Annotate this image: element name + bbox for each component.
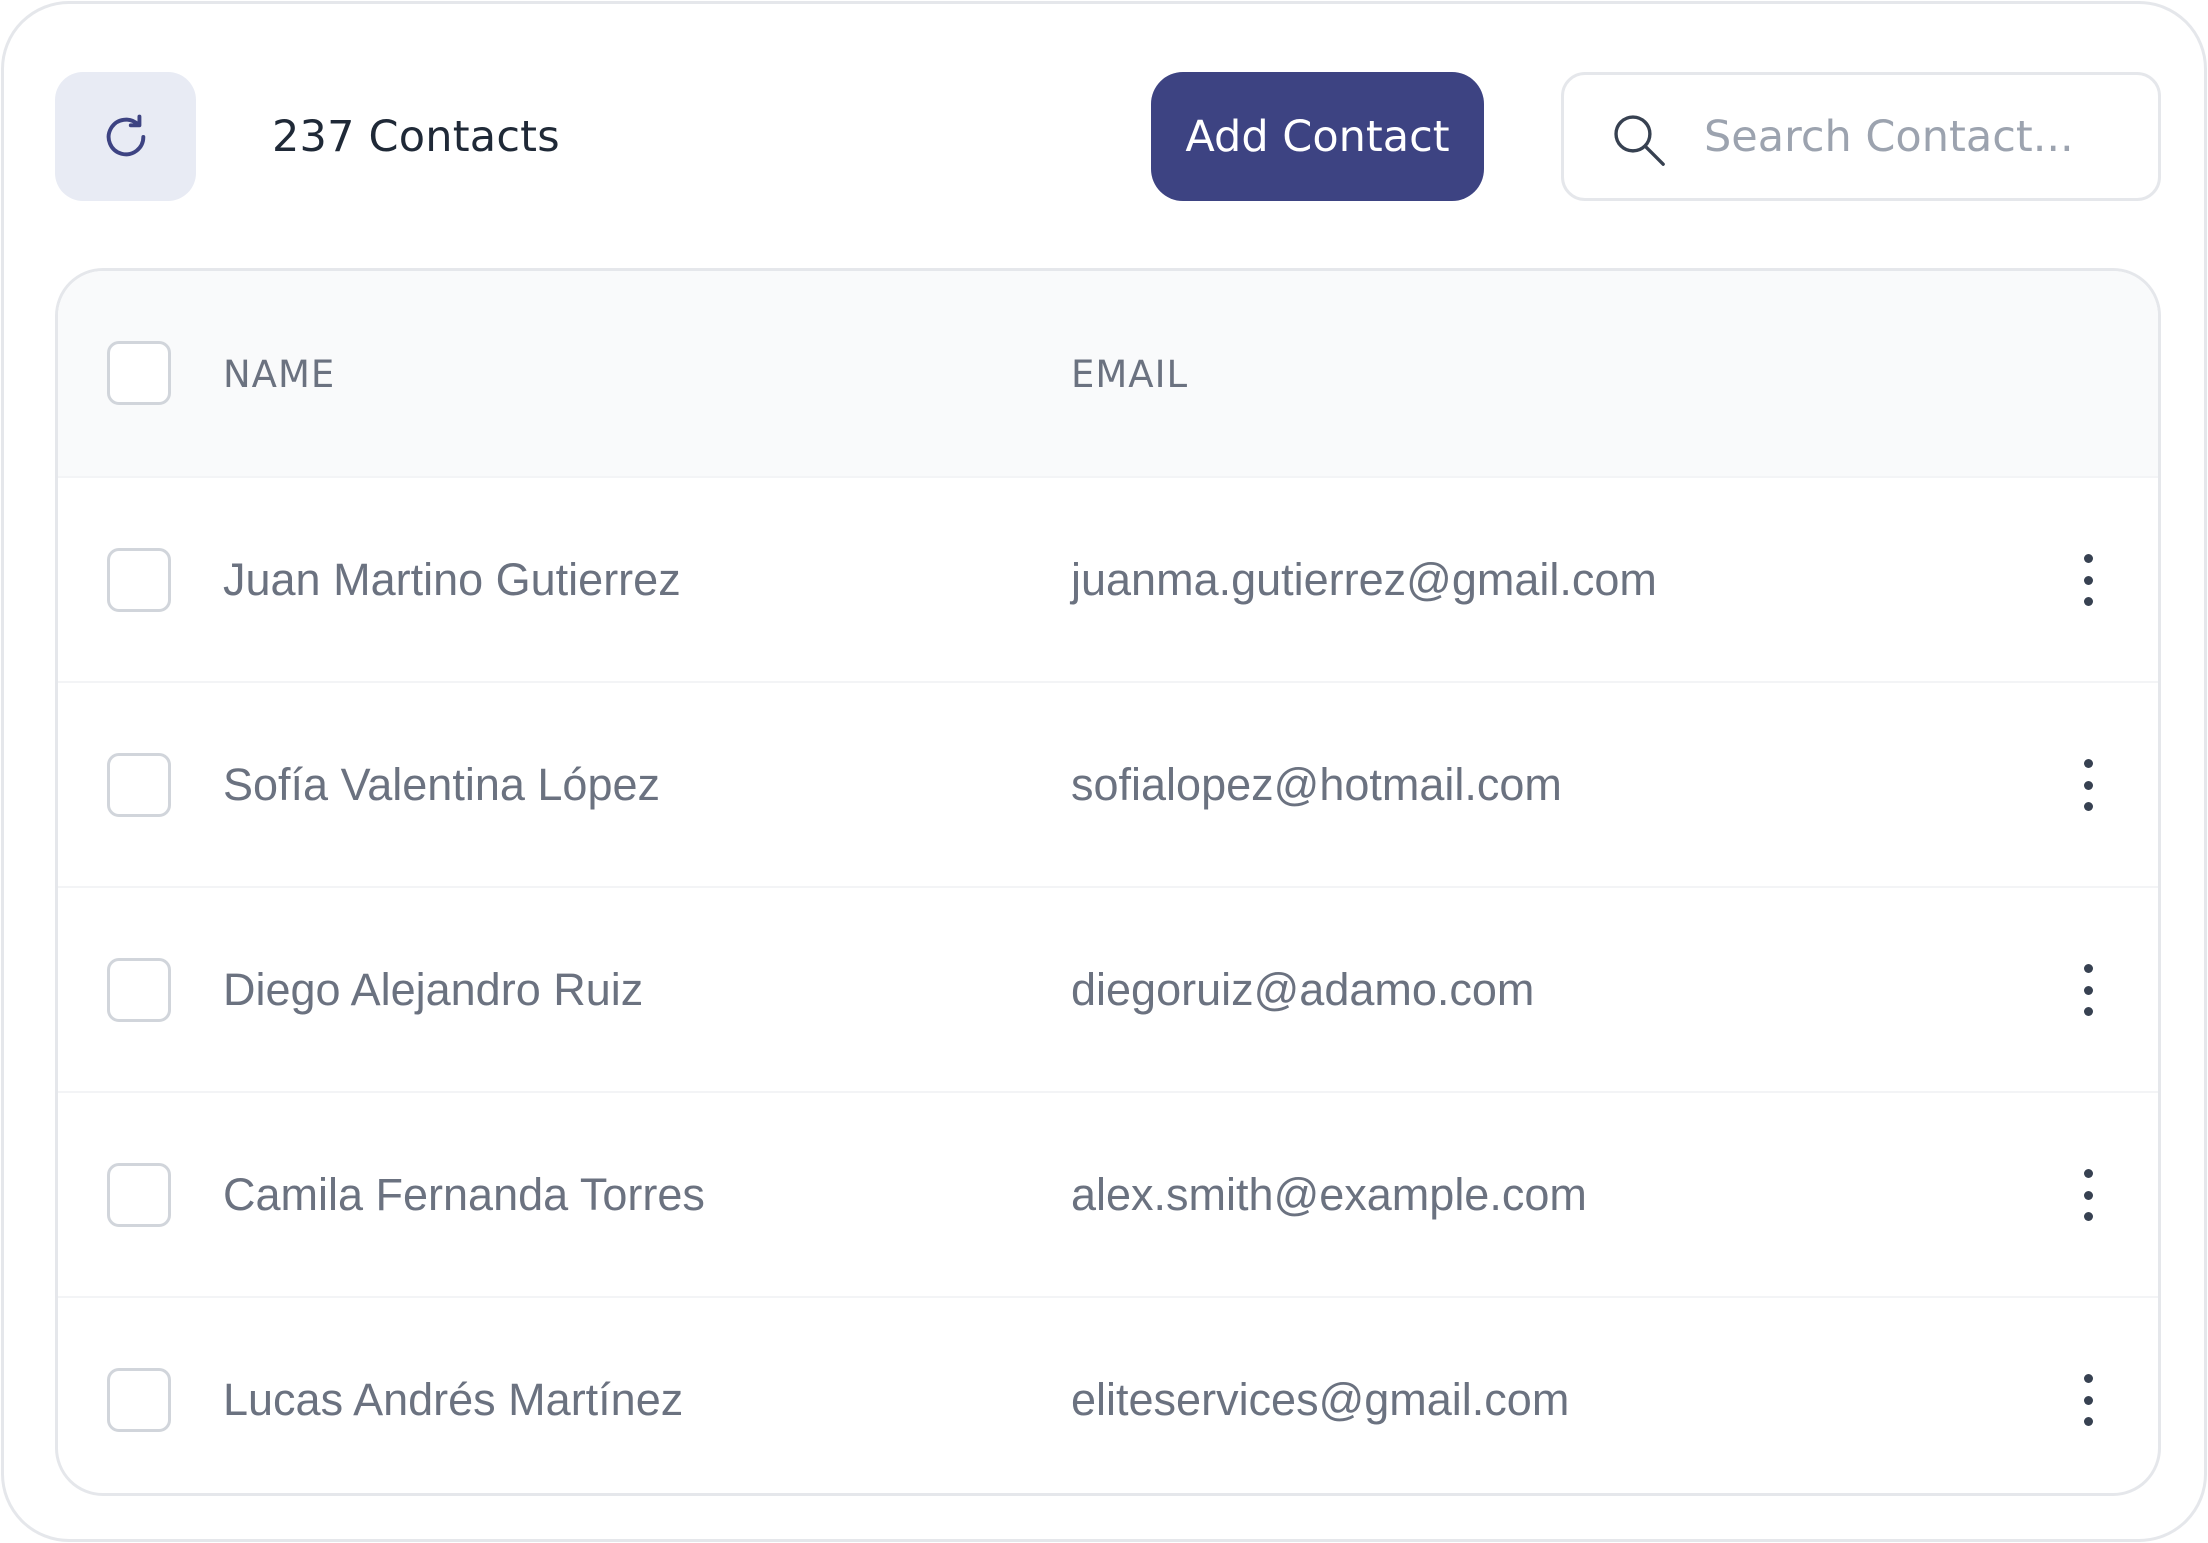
search-box[interactable] <box>1561 72 2161 201</box>
table-row[interactable]: Lucas Andrés Martínez eliteservices@gmai… <box>58 1296 2158 1493</box>
contacts-table: NAME EMAIL Juan Martino Gutierrez juanma… <box>55 268 2161 1496</box>
row-checkbox[interactable] <box>107 958 171 1022</box>
contact-email: alex.smith@example.com <box>1071 1169 1587 1220</box>
select-all-checkbox[interactable] <box>107 341 171 405</box>
column-header-name: NAME <box>223 353 336 396</box>
more-vertical-icon[interactable] <box>2058 1165 2118 1225</box>
refresh-icon <box>106 114 145 156</box>
search-icon <box>1614 115 1665 166</box>
more-vertical-icon[interactable] <box>2058 755 2118 815</box>
table-row[interactable]: Sofía Valentina López sofialopez@hotmail… <box>58 681 2158 886</box>
table-row[interactable]: Diego Alejandro Ruiz diegoruiz@adamo.com <box>58 886 2158 1091</box>
contact-email: juanma.gutierrez@gmail.com <box>1071 554 1657 605</box>
contact-count: 237 Contacts <box>272 112 560 162</box>
contact-email: sofialopez@hotmail.com <box>1071 759 1562 810</box>
table-row[interactable]: Camila Fernanda Torres alex.smith@exampl… <box>58 1091 2158 1296</box>
column-header-email: EMAIL <box>1071 353 1189 396</box>
refresh-button[interactable] <box>55 72 196 201</box>
contact-email: diegoruiz@adamo.com <box>1071 964 1535 1015</box>
contact-name: Sofía Valentina López <box>223 759 660 810</box>
search-input[interactable] <box>1702 97 2122 177</box>
contact-name: Lucas Andrés Martínez <box>223 1374 684 1425</box>
table-header: NAME EMAIL <box>58 271 2158 476</box>
row-checkbox[interactable] <box>107 753 171 817</box>
row-checkbox[interactable] <box>107 1163 171 1227</box>
row-checkbox[interactable] <box>107 1368 171 1432</box>
more-vertical-icon[interactable] <box>2058 1370 2118 1430</box>
more-vertical-icon[interactable] <box>2058 960 2118 1020</box>
contact-email: eliteservices@gmail.com <box>1071 1374 1570 1425</box>
contact-name: Camila Fernanda Torres <box>223 1169 705 1220</box>
table-row[interactable]: Juan Martino Gutierrez juanma.gutierrez@… <box>58 476 2158 681</box>
row-checkbox[interactable] <box>107 548 171 612</box>
add-contact-button[interactable]: Add Contact <box>1151 72 1484 201</box>
contact-name: Diego Alejandro Ruiz <box>223 964 644 1015</box>
contacts-card: 237 Contacts Add Contact NAME EMAIL Juan… <box>1 1 2207 1542</box>
contact-name: Juan Martino Gutierrez <box>223 554 681 605</box>
more-vertical-icon[interactable] <box>2058 550 2118 610</box>
